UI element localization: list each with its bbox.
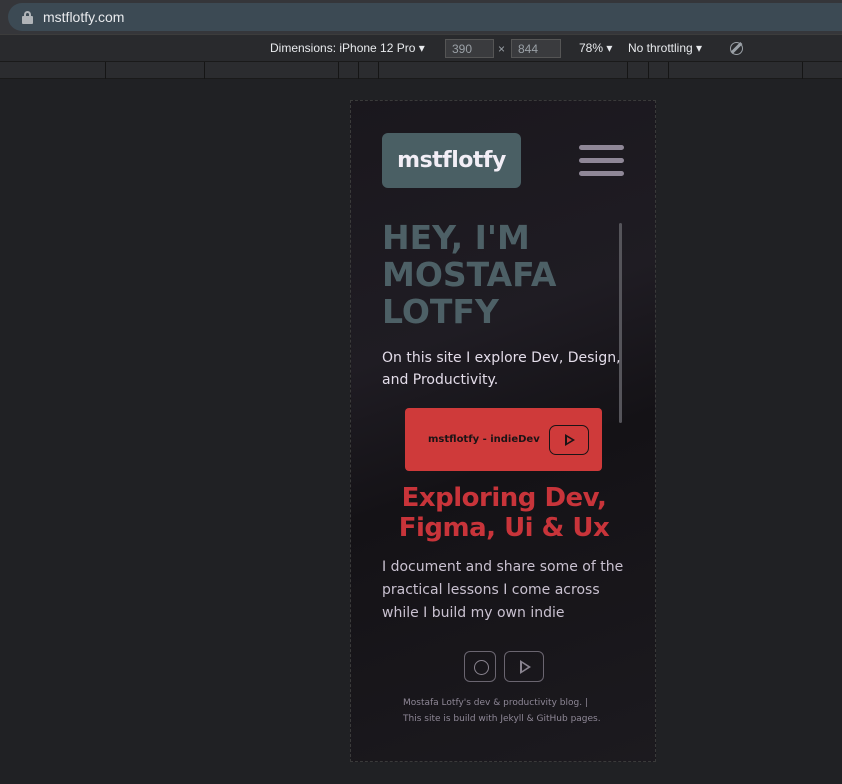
hamburger-icon[interactable]	[579, 145, 625, 177]
ruler-tick	[338, 62, 339, 79]
youtube-play-icon	[548, 424, 589, 455]
site-logo[interactable]: mstflotfy	[382, 133, 521, 188]
scrollbar[interactable]	[619, 223, 622, 423]
headline-line: Figma, Ui & Ux	[398, 513, 610, 543]
section-headline: Exploring Dev, Figma, Ui & Ux	[351, 483, 655, 543]
footer: Mostafa Lotfy's dev & productivity blog.…	[403, 695, 643, 727]
dimensions-dropdown[interactable]: Dimensions: iPhone 12 Pro ▾	[270, 41, 425, 55]
url-text: mstflotfy.com	[43, 9, 125, 25]
device-toolbar: Dimensions: iPhone 12 Pro ▾ 390 × 844 78…	[0, 34, 842, 62]
instagram-icon[interactable]	[464, 651, 496, 682]
hero-title-line: MOSTAFA	[382, 255, 557, 294]
hero-title: HEY, I'M MOSTAFA LOTFY	[382, 219, 612, 330]
url-field[interactable]: mstflotfy.com	[8, 3, 842, 31]
throttling-dropdown[interactable]: No throttling ▾	[628, 41, 702, 55]
ruler-tick	[802, 62, 803, 79]
browser-address-bar: mstflotfy.com	[0, 0, 842, 34]
body-text: I document and share some of the practic…	[382, 559, 624, 621]
ruler-tick	[648, 62, 649, 79]
ruler-tick	[378, 62, 379, 79]
ruler-tick	[358, 62, 359, 79]
ruler-tick	[668, 62, 669, 79]
footer-line: This site is build with Jekyll & GitHub …	[403, 714, 601, 724]
dimension-separator: ×	[498, 42, 506, 56]
youtube-icon[interactable]	[504, 651, 544, 682]
logo-text: mstflotfy	[397, 148, 506, 173]
rotate-icon[interactable]	[730, 42, 743, 55]
device-viewport: mstflotfy HEY, I'M MOSTAFA LOTFY On this…	[350, 100, 656, 762]
youtube-button-label: mstflotfy - indieDev	[428, 434, 540, 445]
ruler-tick	[105, 62, 106, 79]
youtube-channel-button[interactable]: mstflotfy - indieDev	[405, 408, 602, 471]
hero-title-line: LOTFY	[382, 292, 499, 331]
footer-line: Mostafa Lotfy's dev & productivity blog.…	[403, 698, 588, 708]
hero-title-line: HEY, I'M	[382, 218, 530, 257]
width-input[interactable]: 390	[445, 39, 494, 58]
lock-icon	[22, 10, 33, 24]
intro-text: On this site I explore Dev, Design, and …	[382, 350, 621, 388]
media-query-ruler[interactable]	[0, 62, 842, 79]
ruler-tick	[627, 62, 628, 79]
ruler-tick	[204, 62, 205, 79]
headline-line: Exploring Dev,	[401, 483, 607, 513]
zoom-dropdown[interactable]: 78% ▾	[579, 41, 612, 55]
height-input[interactable]: 844	[511, 39, 561, 58]
